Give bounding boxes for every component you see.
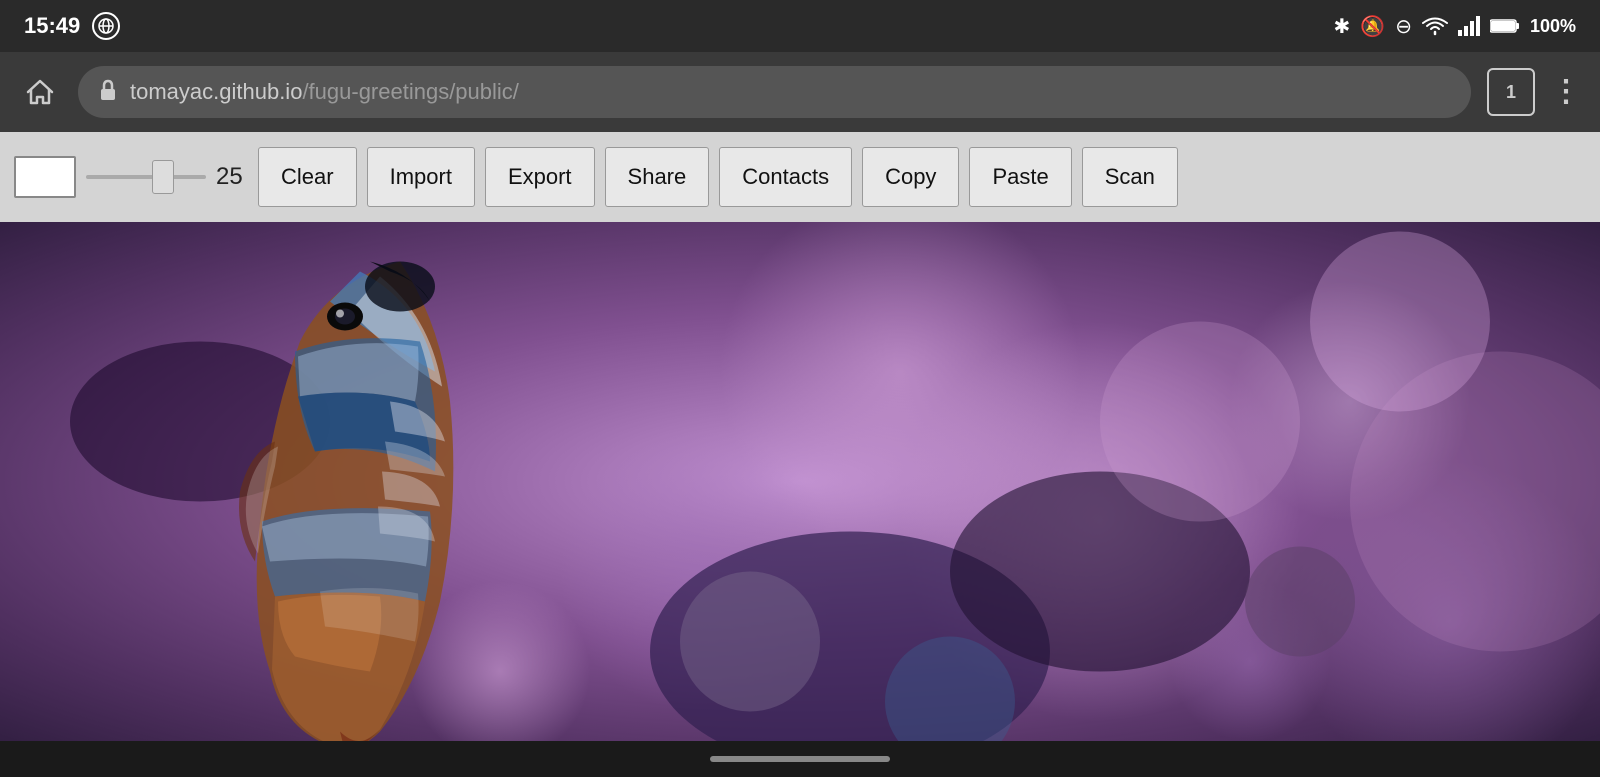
import-button[interactable]: Import — [367, 147, 475, 207]
lock-icon — [98, 79, 118, 106]
canvas-area[interactable] — [0, 222, 1600, 741]
battery-icon — [1490, 18, 1520, 34]
signal-icon — [1458, 16, 1480, 36]
tab-count-button[interactable]: 1 — [1487, 68, 1535, 116]
url-display: tomayac.github.io/fugu-greetings/public/ — [130, 79, 519, 105]
export-button[interactable]: Export — [485, 147, 595, 207]
url-bar[interactable]: tomayac.github.io/fugu-greetings/public/ — [78, 66, 1471, 118]
browser-icon — [92, 12, 120, 40]
url-base: tomayac.github.io — [130, 79, 302, 104]
scan-button[interactable]: Scan — [1082, 147, 1178, 207]
contacts-button[interactable]: Contacts — [719, 147, 852, 207]
home-indicator — [710, 756, 890, 762]
slider-value: 25 — [216, 163, 248, 191]
paste-button[interactable]: Paste — [969, 147, 1071, 207]
status-right: ✱ 🔕 ⊖ 100% — [1334, 14, 1576, 39]
share-button[interactable]: Share — [605, 147, 710, 207]
bottom-bar — [0, 741, 1600, 777]
url-path: /fugu-greetings/public/ — [302, 79, 518, 104]
size-slider-track[interactable] — [86, 175, 206, 179]
status-bar: 15:49 ✱ 🔕 ⊖ 100% — [0, 0, 1600, 52]
fish-illustration — [0, 222, 1600, 741]
dnd-icon: ⊖ — [1395, 14, 1412, 39]
wifi-icon — [1422, 16, 1448, 36]
browser-menu-button[interactable]: ⋮ — [1551, 77, 1582, 107]
browser-bar: tomayac.github.io/fugu-greetings/public/… — [0, 52, 1600, 132]
canvas-background — [0, 222, 1600, 741]
clear-button[interactable]: Clear — [258, 147, 357, 207]
color-swatch[interactable] — [14, 156, 76, 198]
toolbar: 25 Clear Import Export Share Contacts Co… — [0, 132, 1600, 222]
status-time: 15:49 — [24, 13, 80, 39]
size-slider-thumb[interactable] — [152, 160, 174, 194]
slider-container — [86, 175, 206, 179]
home-button[interactable] — [18, 70, 62, 114]
bluetooth-icon: ✱ — [1334, 14, 1351, 39]
mute-icon: 🔕 — [1360, 14, 1385, 39]
status-left: 15:49 — [24, 12, 120, 40]
copy-button[interactable]: Copy — [862, 147, 959, 207]
battery-percent: 100% — [1530, 16, 1576, 37]
